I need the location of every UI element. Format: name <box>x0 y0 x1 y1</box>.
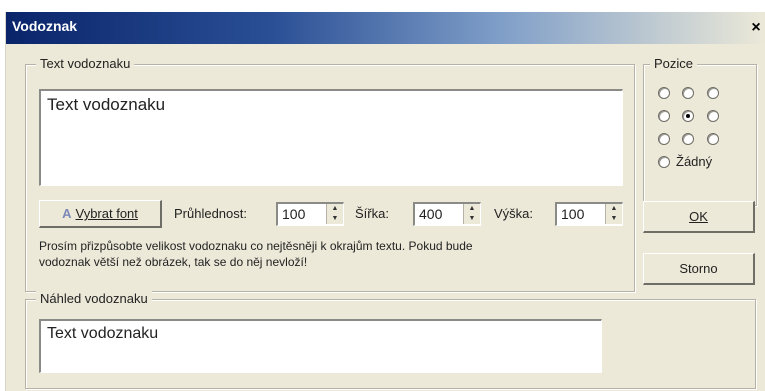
position-middle-right-radio[interactable] <box>707 110 719 122</box>
spin-down-icon[interactable]: ▼ <box>464 214 480 224</box>
size-hint-line: Prosím přizpůsobte velikost vodoznaku co… <box>39 239 473 253</box>
watermark-text-legend: Text vodoznaku <box>36 56 135 71</box>
position-middle-left-radio[interactable] <box>658 110 670 122</box>
watermark-text-input[interactable]: Text vodoznaku <box>39 89 623 186</box>
position-bottom-right-radio[interactable] <box>707 133 719 145</box>
height-label: Výška: <box>494 206 534 221</box>
watermark-text-group: Text vodoznaku Text vodoznaku A Vybrat fo… <box>25 56 635 292</box>
size-hint: Prosím přizpůsobte velikost vodoznaku co… <box>39 238 473 270</box>
position-none-label: Žádný <box>676 154 713 169</box>
position-none-radio[interactable] <box>658 156 670 168</box>
height-spin-arrows[interactable]: ▲ ▼ <box>605 204 622 224</box>
font-icon: A <box>62 206 72 221</box>
position-bottom-left-radio[interactable] <box>658 133 670 145</box>
window-title: Vodoznak <box>12 18 78 34</box>
position-bottom-center-radio[interactable] <box>682 133 694 145</box>
position-top-center-radio[interactable] <box>682 87 694 99</box>
width-spinner[interactable]: 400 ▲ ▼ <box>413 202 481 226</box>
spin-up-icon[interactable]: ▲ <box>464 204 480 214</box>
cancel-button-label: Storno <box>679 261 718 276</box>
close-icon[interactable]: × <box>746 18 765 38</box>
width-value: 400 <box>419 206 443 222</box>
position-middle-center-radio[interactable] <box>682 110 694 122</box>
opacity-spinner[interactable]: 100 ▲ ▼ <box>276 202 344 226</box>
ok-button-label: OK <box>689 209 708 224</box>
size-hint-line: vodoznak větší než obrázek, tak se do ně… <box>39 255 308 269</box>
position-top-right-radio[interactable] <box>707 87 719 99</box>
cancel-button[interactable]: Storno <box>643 253 755 285</box>
width-label: Šířka: <box>355 206 389 221</box>
title-bar[interactable]: Vodoznak × <box>6 12 765 44</box>
spin-up-icon[interactable]: ▲ <box>327 204 343 214</box>
opacity-value: 100 <box>282 206 306 222</box>
spin-down-icon[interactable]: ▼ <box>606 214 622 224</box>
choose-font-label: Vybrat font <box>75 206 138 221</box>
height-value: 100 <box>561 206 585 222</box>
preview-legend: Náhled vodoznaku <box>36 291 152 306</box>
position-top-left-radio[interactable] <box>658 87 670 99</box>
position-group: Pozice Žádný <box>643 56 757 206</box>
spin-down-icon[interactable]: ▼ <box>327 214 343 224</box>
height-spinner[interactable]: 100 ▲ ▼ <box>555 202 623 226</box>
opacity-label: Průhlednost: <box>174 206 247 221</box>
ok-button[interactable]: OK <box>643 201 755 233</box>
choose-font-button[interactable]: A Vybrat font <box>39 200 162 228</box>
position-legend: Pozice <box>650 56 698 71</box>
preview-box: Text vodoznaku <box>39 319 602 373</box>
spin-up-icon[interactable]: ▲ <box>606 204 622 214</box>
watermark-dialog: Vodoznak × Text vodoznaku Text vodoznaku… <box>5 12 765 391</box>
opacity-spin-arrows[interactable]: ▲ ▼ <box>326 204 343 224</box>
preview-group: Náhled vodoznaku Text vodoznaku <box>25 291 756 389</box>
width-spin-arrows[interactable]: ▲ ▼ <box>463 204 480 224</box>
